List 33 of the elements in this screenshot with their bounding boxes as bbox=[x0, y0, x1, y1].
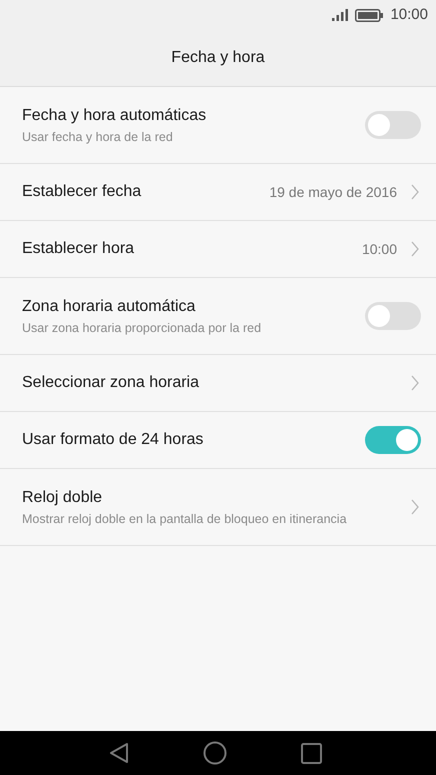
status-time: 10:00 bbox=[390, 4, 428, 25]
settings-row[interactable]: Establecer fecha 19 de mayo de 2016 bbox=[0, 164, 436, 221]
recent-apps-icon[interactable] bbox=[300, 742, 322, 764]
settings-row[interactable]: Usar formato de 24 horas bbox=[0, 412, 436, 469]
settings-row[interactable]: Seleccionar zona horaria bbox=[0, 355, 436, 412]
setting-subtitle: Mostrar reloj doble en la pantalla de bloqueo en itinerancia bbox=[22, 510, 348, 526]
toggle-switch[interactable] bbox=[365, 426, 421, 454]
home-icon[interactable] bbox=[202, 741, 226, 765]
setting-title: Seleccionar zona horaria bbox=[22, 373, 200, 393]
chevron-right-icon bbox=[411, 241, 419, 257]
setting-title: Zona horaria automática bbox=[22, 296, 196, 316]
settings-row[interactable]: Reloj doble Mostrar reloj doble en la pantalla de bloqueo en itinerancia bbox=[0, 469, 436, 546]
settings-row[interactable]: Establecer hora 10:00 bbox=[0, 221, 436, 278]
setting-subtitle: Usar zona horaria proporcionada por la red bbox=[22, 320, 262, 336]
setting-title: Establecer fecha bbox=[22, 182, 142, 202]
signal-icon bbox=[332, 9, 348, 21]
toggle-switch[interactable] bbox=[365, 111, 421, 139]
settings-row[interactable]: Fecha y hora automáticas Usar fecha y hora de la red bbox=[0, 87, 436, 164]
settings-row[interactable]: Zona horaria automática Usar zona horaria proporcionada por la red bbox=[0, 278, 436, 355]
setting-value: 10:00 bbox=[362, 240, 397, 258]
screen-title: Fecha y hora bbox=[171, 48, 265, 68]
setting-title: Fecha y hora automáticas bbox=[22, 106, 208, 126]
chevron-right-icon bbox=[411, 184, 419, 200]
chevron-right-icon bbox=[411, 375, 419, 391]
chevron-right-icon bbox=[411, 499, 419, 515]
setting-title: Reloj doble bbox=[22, 488, 104, 508]
battery-icon bbox=[355, 8, 384, 22]
setting-title: Usar formato de 24 horas bbox=[22, 430, 204, 450]
back-icon[interactable] bbox=[108, 742, 128, 764]
toggle-switch[interactable] bbox=[365, 302, 421, 330]
setting-value: 19 de mayo de 2016 bbox=[269, 182, 397, 202]
setting-subtitle: Usar fecha y hora de la red bbox=[22, 128, 174, 144]
setting-title: Establecer hora bbox=[22, 239, 136, 259]
